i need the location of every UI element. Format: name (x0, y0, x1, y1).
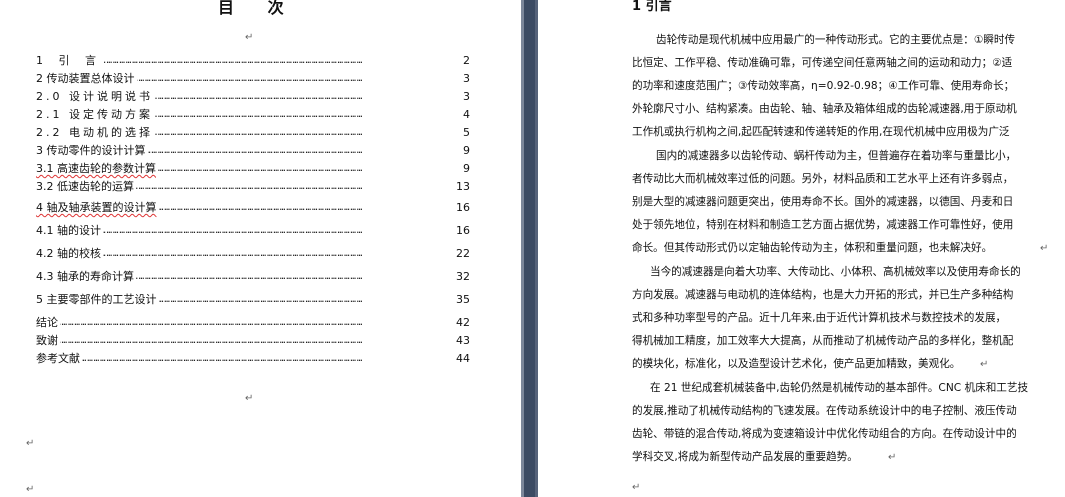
toc-entry-label: 4.1 轴的设计 (36, 223, 103, 239)
body-text-line: 的发展,推动了机械传动结构的飞速发展。在传动系统设计中的电子控制、液压传动 (632, 405, 1017, 417)
toc-entry-page: 13 (454, 179, 470, 195)
toc-leader: …………………………………………………………………………………………………………… (36, 318, 364, 328)
toc-entry-page: 43 (454, 333, 470, 349)
toc-entry-label: 2.2 电动机的选择 (36, 125, 155, 141)
paragraph-mark: ↵ (1040, 243, 1049, 254)
body-text-line: 学科交叉,将成为新型传动产品发展的重要趋势。 (632, 451, 858, 463)
section-heading: 1 引言 (632, 0, 672, 14)
toc-entry-label: 2.1 设定传动方案 (36, 107, 155, 123)
toc-entry[interactable]: 1 引 言 …………………………………………………………………………………………… (36, 53, 470, 69)
paragraph-mark: ↵ (980, 359, 989, 370)
body-text-line: 方向发展。减速器与电动机的连体结构，也是大力开拓的形式，并已生产多种结构 (632, 289, 1014, 301)
body-text-line: 齿轮、带链的混合传动,将成为变速箱设计中优化传动组合的方向。在传动设计中的 (632, 428, 1017, 440)
toc-entry-label: 4.2 轴的校核 (36, 246, 103, 262)
paragraph-mark: ↵ (26, 484, 35, 495)
toc-title: 目 次 (218, 0, 298, 17)
body-text-line: 者传动比大而机械效率过低的问题。另外，材料品质和工艺水平上还有许多弱点， (632, 173, 1014, 185)
toc-entry[interactable]: 4.2 轴的校核 …………………………………………………………………………………… (36, 246, 470, 262)
toc-entry-label: 3 传动零件的设计计算 (36, 143, 148, 159)
toc-entry-label: 结论 (36, 315, 60, 331)
toc-entry-page: 16 (454, 200, 470, 216)
toc-entry-label: 4 轴及轴承装置的设计算 (36, 200, 159, 216)
toc-entry-label: 2 传动装置总体设计 (36, 71, 137, 87)
body-text-line: 比恒定、工作平稳、传动准确可靠，可传递空间任意两轴之间的运动和动力；②适 (632, 57, 1013, 69)
toc-entry[interactable]: 2.1 设定传动方案 ……………………………………………………………………………… (36, 107, 470, 123)
paragraph-mark: ↵ (888, 452, 897, 463)
toc-entry-page: 42 (454, 315, 470, 331)
toc-entry-label: 1 引 言 (36, 53, 104, 69)
body-text-line: 在 21 世纪成套机械装备中,齿轮仍然是机械传动的基本部件。CNC 机床和工艺技 (650, 382, 1029, 394)
toc-entry[interactable]: 4.1 轴的设计 …………………………………………………………………………………… (36, 223, 470, 239)
toc-entry[interactable]: 3.2 低速齿轮的运算 …………………………………………………………………………… (36, 179, 470, 195)
toc-entry[interactable]: 4.3 轴承的寿命计算 …………………………………………………………………………… (36, 269, 470, 285)
toc-entry-label: 2.0 设计说明说书 (36, 89, 155, 105)
paragraph-mark: ↵ (632, 482, 641, 493)
toc-leader: …………………………………………………………………………………………………………… (36, 354, 364, 364)
toc-entry-label: 5 主要零部件的工艺设计 (36, 292, 159, 308)
toc-entry[interactable]: 致谢 …………………………………………………………………………………………………… (36, 333, 470, 349)
toc-entry[interactable]: 参考文献 ……………………………………………………………………………………………… (36, 351, 470, 367)
toc-entry-page: 3 (461, 71, 470, 87)
body-text-line: 的功率和速度范围广；③传动效率高，η=0.92-0.98；④工作可靠、使用寿命长… (632, 80, 1015, 92)
toc-entry-page: 35 (454, 292, 470, 308)
body-text-line: 别是大型的减速器问题更突出，使用寿命不长。国外的减速器，以德国、丹麦和日 (632, 196, 1014, 208)
toc-entry-label: 4.3 轴承的寿命计算 (36, 269, 136, 285)
body-text-line: 当今的减速器是向着大功率、大传动比、小体积、高机械效率以及使用寿命长的 (650, 266, 1021, 278)
body-text-line: 国内的减速器多以齿轮传动、蜗杆传动为主，但普遍存在着功率与重量比小， (656, 150, 1017, 162)
toc-entry[interactable]: 结论 …………………………………………………………………………………………………… (36, 315, 470, 331)
body-text-line: 式和多种功率型号的产品。近十几年来,由于近代计算机技术与数控技术的发展， (632, 312, 1007, 324)
toc-entry-label: 3.2 低速齿轮的运算 (36, 179, 136, 195)
toc-entry-label: 3.1 高速齿轮的参数计算 (36, 161, 158, 177)
body-text-line: 外轮廓尺寸小、结构紧凑。由齿轮、轴、轴承及箱体组成的齿轮减速器,用于原动机 (632, 103, 1017, 115)
body-text-line: 命长。但其传动形式仍以定轴齿轮传动为主，体积和重量问题，也未解决好。 (632, 242, 993, 254)
toc-entry[interactable]: 4 轴及轴承装置的设计算 ………………………………………………………………………… (36, 200, 470, 216)
toc-entry-page: 9 (461, 143, 470, 159)
page-edge-shadow (521, 0, 524, 497)
toc-entry[interactable]: 5 主要零部件的工艺设计 ………………………………………………………………………… (36, 292, 470, 308)
toc-entry-label: 参考文献 (36, 351, 82, 367)
paragraph-mark: ↵ (245, 32, 254, 43)
toc-entry-page: 5 (461, 125, 470, 141)
toc-entry-page: 4 (461, 107, 470, 123)
toc-entry-page: 44 (454, 351, 470, 367)
toc-entry[interactable]: 3 传动零件的设计计算 …………………………………………………………………………… (36, 143, 470, 159)
paragraph-mark: ↵ (26, 438, 35, 449)
toc-entry-label: 致谢 (36, 333, 60, 349)
toc-entry[interactable]: 2 传动装置总体设计 ……………………………………………………………………………… (36, 71, 470, 87)
page-separator (521, 0, 538, 497)
toc-entry-page: 3 (461, 89, 470, 105)
body-text-line: 的模块化，标准化，以及造型设计艺术化，使产品更加精致，美观化。 (632, 358, 961, 370)
body-text-line: 齿轮传动是现代机械中应用最广的一种传动形式。它的主要优点是：①瞬时传 (656, 34, 1016, 46)
toc-entry-page: 32 (454, 269, 470, 285)
paragraph-mark: ↵ (245, 393, 254, 404)
body-text-line: 处于领先地位，特别在材料和制造工艺方面占据优势，减速器工作可靠性好，使用 (632, 219, 1014, 231)
body-text-line: 得机械加工精度，加工效率大大提高，从而推动了机械传动产品的多样化，整机配 (632, 335, 1014, 347)
toc-leader: …………………………………………………………………………………………………………… (36, 336, 364, 346)
toc-entry-page: 2 (461, 53, 470, 69)
left-document-page[interactable]: 目 次 ↵ 1 引 言 …………………………………………………………………………… (0, 0, 521, 497)
toc-entry[interactable]: 3.1 高速齿轮的参数计算 ……………………………………………………………………… (36, 161, 470, 177)
toc-entry-page: 16 (454, 223, 470, 239)
toc-entry[interactable]: 2.0 设计说明说书 ……………………………………………………………………………… (36, 89, 470, 105)
toc-entry-page: 9 (461, 161, 470, 177)
body-text-line: 工作机或执行机构之间,起匹配转速和传递转矩的作用,在现代机械中应用极为广泛 (632, 126, 1010, 138)
toc-entry[interactable]: 2.2 电动机的选择 ……………………………………………………………………………… (36, 125, 470, 141)
toc-entry-page: 22 (454, 246, 470, 262)
